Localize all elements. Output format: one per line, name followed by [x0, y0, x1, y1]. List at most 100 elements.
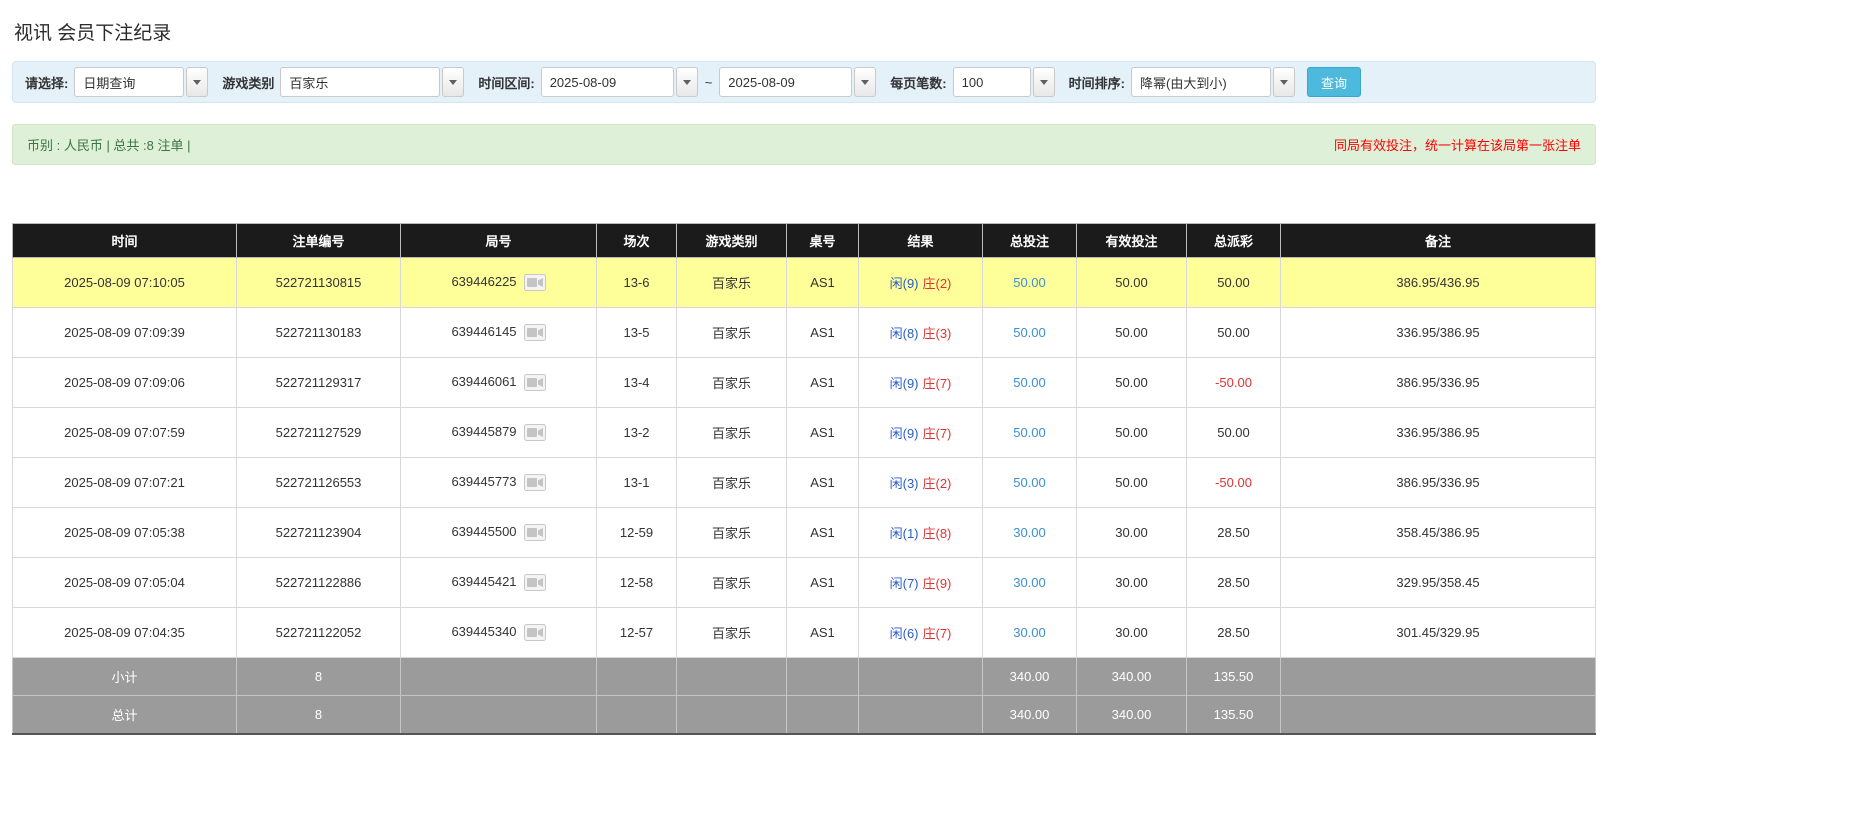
cell-payout: -50.00: [1186, 457, 1281, 508]
cell-payout: 28.50: [1186, 607, 1281, 658]
cell-round-id: 639445421: [400, 557, 597, 608]
chevron-down-icon: [861, 79, 870, 85]
video-replay-icon[interactable]: [523, 324, 546, 342]
game-type-select[interactable]: [280, 67, 441, 97]
cell-note: 329.95/358.45: [1280, 557, 1596, 608]
empty-cell: [676, 695, 787, 735]
date-from-input[interactable]: [540, 67, 674, 97]
date-range-label: 时间区间:: [478, 75, 535, 91]
cell-result: 闲(3) 庄(2): [858, 457, 983, 508]
page-size-input[interactable]: [952, 67, 1031, 97]
cell-result: 闲(9) 庄(7): [858, 407, 983, 458]
cell-bet-id: 522721130815: [236, 257, 401, 308]
cell-total-bet: 50.00: [982, 457, 1077, 508]
subtotal-count: 8: [236, 657, 401, 696]
col-header-game-type: 游戏类别: [676, 223, 787, 258]
total-bet-link[interactable]: 50.00: [1013, 375, 1046, 390]
cell-bet-id: 522721130183: [236, 307, 401, 358]
dropdown-arrow-button[interactable]: [675, 67, 698, 97]
total-bet-link[interactable]: 30.00: [1013, 625, 1046, 640]
cell-session: 12-57: [596, 607, 677, 658]
sort-order-combobox: [1130, 67, 1295, 97]
video-replay-icon[interactable]: [523, 624, 546, 642]
table-row: 2025-08-09 07:05:04 522721122886 6394454…: [12, 557, 1596, 608]
result-banker: 庄(8): [922, 526, 952, 541]
game-type-label: 游戏类别: [222, 75, 275, 91]
search-button[interactable]: 查询: [1306, 67, 1361, 97]
chevron-down-icon: [193, 79, 202, 85]
dropdown-arrow-button[interactable]: [1272, 67, 1295, 97]
currency-summary-text: 币别 : 人民币 | 总共 :8 注单 |: [27, 138, 191, 153]
cell-game-type: 百家乐: [676, 557, 787, 608]
round-id: 639445500: [451, 523, 517, 539]
cell-note: 386.95/436.95: [1280, 257, 1596, 308]
subtotal-total-bet: 340.00: [982, 657, 1077, 696]
sort-order-select[interactable]: [1130, 67, 1271, 97]
cell-valid-bet: 50.00: [1076, 407, 1187, 458]
round-id: 639445340: [451, 623, 517, 639]
total-bet-link[interactable]: 50.00: [1013, 275, 1046, 290]
cell-bet-id: 522721127529: [236, 407, 401, 458]
cell-result: 闲(6) 庄(7): [858, 607, 983, 658]
dropdown-arrow-button[interactable]: [854, 67, 877, 97]
cell-time: 2025-08-09 07:07:21: [12, 457, 237, 508]
cell-table-no: AS1: [786, 257, 859, 308]
empty-cell: [1280, 657, 1596, 696]
subtotal-label: 小计: [12, 657, 237, 696]
cell-round-id: 639446061: [400, 357, 597, 408]
round-id: 639445773: [451, 473, 517, 489]
cell-game-type: 百家乐: [676, 457, 787, 508]
chevron-down-icon: [1039, 79, 1048, 85]
cell-table-no: AS1: [786, 607, 859, 658]
total-bet-link[interactable]: 50.00: [1013, 325, 1046, 340]
empty-cell: [1280, 695, 1596, 735]
cell-session: 13-1: [596, 457, 677, 508]
video-replay-icon[interactable]: [523, 574, 546, 592]
empty-cell: [786, 695, 859, 735]
cell-bet-id: 522721123904: [236, 507, 401, 558]
total-bet-link[interactable]: 30.00: [1013, 525, 1046, 540]
empty-cell: [596, 695, 677, 735]
date-query-select[interactable]: [74, 67, 185, 97]
round-id: 639446061: [451, 373, 517, 389]
total-payout: 135.50: [1186, 695, 1281, 735]
table-row: 2025-08-09 07:07:59 522721127529 6394458…: [12, 407, 1596, 458]
records-table: 时间 注单编号 局号 场次 游戏类别 桌号 结果 总投注 有效投注 总派彩 备注…: [12, 223, 1596, 735]
cell-note: 386.95/336.95: [1280, 457, 1596, 508]
empty-cell: [596, 657, 677, 696]
game-type-combobox: [280, 67, 465, 97]
cell-total-bet: 50.00: [982, 407, 1077, 458]
cell-result: 闲(9) 庄(7): [858, 357, 983, 408]
cell-bet-id: 522721122886: [236, 557, 401, 608]
video-replay-icon[interactable]: [523, 474, 546, 492]
cell-time: 2025-08-09 07:09:39: [12, 307, 237, 358]
video-replay-icon[interactable]: [523, 274, 546, 292]
cell-table-no: AS1: [786, 457, 859, 508]
cell-round-id: 639445500: [400, 507, 597, 558]
cell-game-type: 百家乐: [676, 357, 787, 408]
cell-table-no: AS1: [786, 507, 859, 558]
cell-valid-bet: 30.00: [1076, 607, 1187, 658]
cell-game-type: 百家乐: [676, 257, 787, 308]
date-to-input[interactable]: [719, 67, 853, 97]
result-player: 闲(8): [889, 326, 919, 341]
dropdown-arrow-button[interactable]: [1032, 67, 1055, 97]
total-bet-link[interactable]: 50.00: [1013, 475, 1046, 490]
cell-round-id: 639446225: [400, 257, 597, 308]
cell-valid-bet: 30.00: [1076, 557, 1187, 608]
total-bet-link[interactable]: 30.00: [1013, 575, 1046, 590]
filter-bar: 请选择: 游戏类别 时间区间: ~ 每页笔数: 时间排序:: [12, 61, 1596, 103]
video-replay-icon[interactable]: [523, 374, 546, 392]
cell-valid-bet: 30.00: [1076, 507, 1187, 558]
total-bet-link[interactable]: 50.00: [1013, 425, 1046, 440]
dropdown-arrow-button[interactable]: [186, 67, 209, 97]
cell-payout: 50.00: [1186, 407, 1281, 458]
cell-result: 闲(9) 庄(2): [858, 257, 983, 308]
video-replay-icon[interactable]: [523, 524, 546, 542]
round-id: 639446225: [451, 273, 517, 289]
page-size-combobox: [952, 67, 1055, 97]
cell-time: 2025-08-09 07:05:38: [12, 507, 237, 558]
video-replay-icon[interactable]: [523, 424, 546, 442]
total-valid-bet: 340.00: [1076, 695, 1187, 735]
dropdown-arrow-button[interactable]: [442, 67, 465, 97]
